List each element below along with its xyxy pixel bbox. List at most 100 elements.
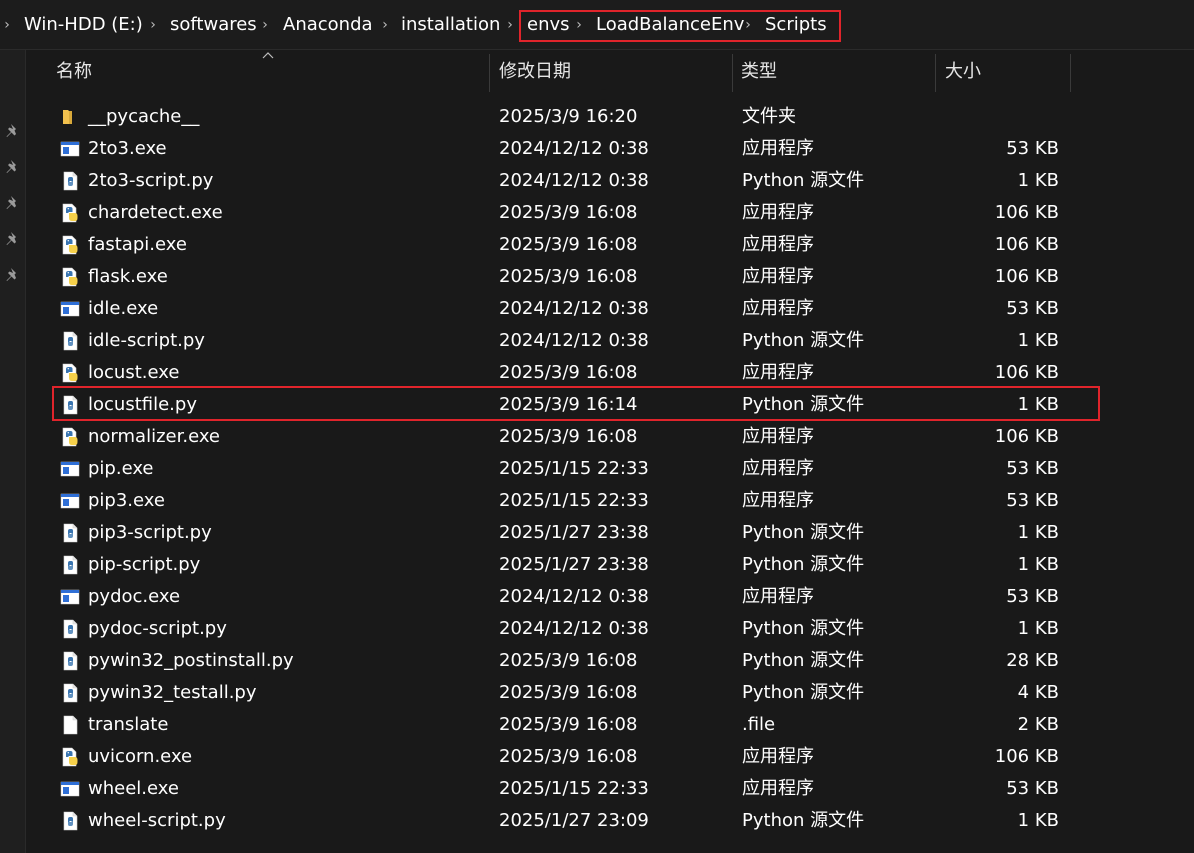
file-modified-date: 2025/1/15 22:33 (499, 458, 649, 479)
blank-file-icon (60, 715, 80, 735)
pin-icon[interactable] (4, 230, 22, 248)
file-type: Python 源文件 (742, 554, 865, 575)
file-row[interactable]: 2to3-script.py 2024/12/12 0:38 Python 源文件 1… (27, 165, 1194, 197)
file-modified-date: 2024/12/12 0:38 (499, 330, 649, 351)
file-name: pip3-script.py (88, 522, 212, 543)
file-modified-date: 2025/3/9 16:20 (499, 106, 638, 127)
pin-icon[interactable] (4, 266, 22, 284)
file-row[interactable]: wheel-script.py 2025/1/27 23:09 Python 源文件… (27, 805, 1194, 837)
file-row[interactable]: fastapi.exe 2025/3/9 16:08 应用程序 106 KB (27, 229, 1194, 261)
file-row[interactable]: pip3-script.py 2025/1/27 23:38 Python 源文件 1… (27, 517, 1194, 549)
file-type: Python 源文件 (742, 170, 865, 191)
file-size (937, 104, 1059, 130)
file-row[interactable]: locust.exe 2025/3/9 16:08 应用程序 106 KB (27, 357, 1194, 389)
file-modified-date: 2025/3/9 16:08 (499, 362, 638, 383)
file-size: 53 KB (1006, 490, 1059, 511)
file-row[interactable]: uvicorn.exe 2025/3/9 16:08 应用程序 106 KB (27, 741, 1194, 773)
file-name: uvicorn.exe (88, 746, 193, 767)
file-modified-date: 2025/3/9 16:08 (499, 682, 638, 703)
file-size: 1 KB (1017, 618, 1059, 639)
chevron-right-icon[interactable]: › (260, 15, 270, 35)
breadcrumb-softwares[interactable]: softwares (170, 12, 257, 38)
file-name: idle-script.py (88, 330, 205, 351)
file-size: 53 KB (1006, 298, 1059, 319)
column-divider[interactable] (1070, 54, 1071, 92)
selected-file-highlight-box (52, 386, 1100, 421)
pin-icon[interactable] (4, 194, 22, 212)
python-file-icon (60, 619, 80, 639)
column-divider[interactable] (935, 54, 936, 92)
breadcrumb-anaconda[interactable]: Anaconda (283, 12, 373, 38)
chevron-right-icon[interactable]: › (380, 15, 390, 35)
file-row[interactable]: 2to3.exe 2024/12/12 0:38 应用程序 53 KB (27, 133, 1194, 165)
file-modified-date: 2024/12/12 0:38 (499, 586, 649, 607)
file-name: pywin32_postinstall.py (88, 650, 294, 671)
file-row[interactable]: idle-script.py 2024/12/12 0:38 Python 源文件 1… (27, 325, 1194, 357)
column-header-date[interactable]: 修改日期 (499, 60, 571, 84)
file-modified-date: 2025/1/27 23:38 (499, 522, 649, 543)
file-row[interactable]: translate 2025/3/9 16:08 .file 2 KB (27, 709, 1194, 741)
file-row[interactable]: pip3.exe 2025/1/15 22:33 应用程序 53 KB (27, 485, 1194, 517)
file-row[interactable]: normalizer.exe 2025/3/9 16:08 应用程序 106 KB (27, 421, 1194, 453)
breadcrumb-drive[interactable]: Win-HDD (E:) (24, 12, 143, 38)
file-type: 应用程序 (742, 298, 814, 319)
python-file-icon (60, 811, 80, 831)
pin-icon[interactable] (4, 158, 22, 176)
file-row[interactable]: pywin32_testall.py 2025/3/9 16:08 Python 源… (27, 677, 1194, 709)
file-row[interactable]: pydoc.exe 2024/12/12 0:38 应用程序 53 KB (27, 581, 1194, 613)
file-modified-date: 2025/3/9 16:08 (499, 202, 638, 223)
column-header-size[interactable]: 大小 (945, 60, 981, 84)
python-exe-icon (60, 747, 80, 767)
file-row[interactable]: pydoc-script.py 2024/12/12 0:38 Python 源文件… (27, 613, 1194, 645)
chevron-right-icon[interactable]: › (2, 15, 12, 35)
file-row[interactable]: wheel.exe 2025/1/15 22:33 应用程序 53 KB (27, 773, 1194, 805)
python-file-icon (60, 331, 80, 351)
file-type: Python 源文件 (742, 682, 865, 703)
column-header-row: 名称 修改日期 类型 大小 (27, 50, 1194, 92)
exe-window-icon (60, 459, 80, 479)
file-modified-date: 2025/3/9 16:08 (499, 266, 638, 287)
file-row[interactable]: flask.exe 2025/3/9 16:08 应用程序 106 KB (27, 261, 1194, 293)
file-row[interactable]: pip-script.py 2025/1/27 23:38 Python 源文件 1 … (27, 549, 1194, 581)
file-row[interactable]: __pycache__ 2025/3/9 16:20 文件夹 (27, 101, 1194, 133)
file-name: flask.exe (88, 266, 168, 287)
file-size: 1 KB (1017, 810, 1059, 831)
file-modified-date: 2024/12/12 0:38 (499, 138, 649, 159)
python-file-icon (60, 683, 80, 703)
file-modified-date: 2025/3/9 16:08 (499, 714, 638, 735)
file-name: 2to3.exe (88, 138, 167, 159)
python-exe-icon (60, 363, 80, 383)
pin-icon[interactable] (4, 122, 22, 140)
chevron-right-icon[interactable]: › (505, 15, 515, 35)
column-divider[interactable] (732, 54, 733, 92)
file-name: pip-script.py (88, 554, 201, 575)
file-type: 应用程序 (742, 458, 814, 479)
file-type: Python 源文件 (742, 522, 865, 543)
file-size: 53 KB (1006, 586, 1059, 607)
python-file-icon (60, 651, 80, 671)
file-modified-date: 2025/1/15 22:33 (499, 490, 649, 511)
file-name: translate (88, 714, 169, 735)
column-divider[interactable] (489, 54, 490, 92)
python-file-icon (60, 555, 80, 575)
exe-window-icon (60, 779, 80, 799)
file-modified-date: 2025/1/15 22:33 (499, 778, 649, 799)
file-size: 106 KB (994, 234, 1059, 255)
breadcrumb-installation[interactable]: installation (401, 12, 500, 38)
chevron-right-icon[interactable]: › (148, 15, 158, 35)
file-row[interactable]: chardetect.exe 2025/3/9 16:08 应用程序 106 KB (27, 197, 1194, 229)
file-size: 106 KB (994, 266, 1059, 287)
exe-window-icon (60, 491, 80, 511)
file-type: Python 源文件 (742, 650, 865, 671)
file-row[interactable]: pip.exe 2025/1/15 22:33 应用程序 53 KB (27, 453, 1194, 485)
file-name: chardetect.exe (88, 202, 223, 223)
file-name: pip3.exe (88, 490, 165, 511)
quick-access-pin-strip (0, 50, 26, 853)
file-size: 106 KB (994, 202, 1059, 223)
file-modified-date: 2025/3/9 16:08 (499, 746, 638, 767)
file-type: 应用程序 (742, 266, 814, 287)
column-header-name[interactable]: 名称 (56, 60, 92, 84)
file-row[interactable]: idle.exe 2024/12/12 0:38 应用程序 53 KB (27, 293, 1194, 325)
column-header-type[interactable]: 类型 (741, 60, 777, 84)
file-row[interactable]: pywin32_postinstall.py 2025/3/9 16:08 Pyth… (27, 645, 1194, 677)
